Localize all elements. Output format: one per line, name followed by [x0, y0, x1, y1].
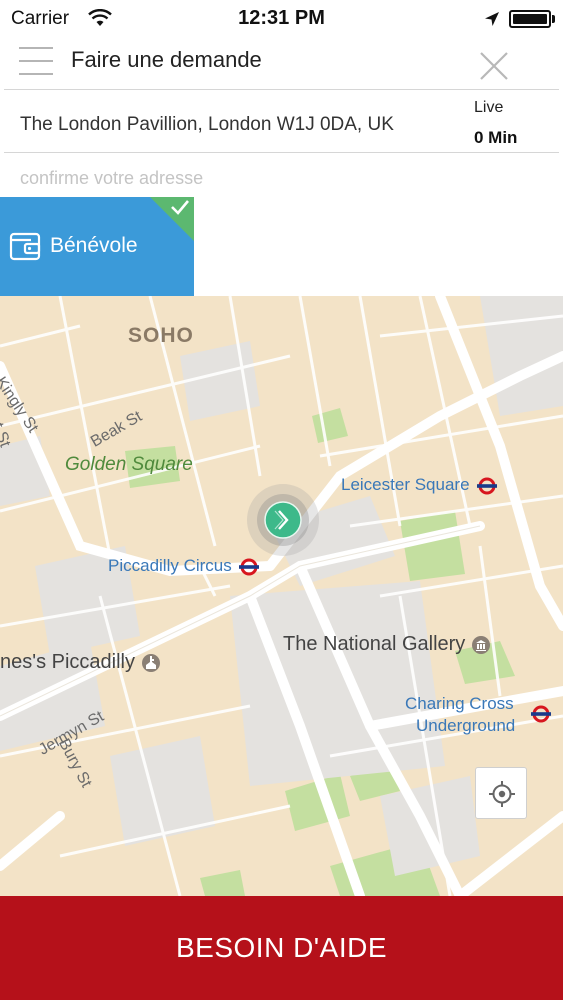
map-label-piccadilly-circus: Piccadilly Circus	[108, 556, 260, 576]
page-title: Faire une demande	[71, 47, 262, 72]
hamburger-menu-icon[interactable]	[19, 47, 53, 77]
map-label-soho: SOHO	[128, 324, 194, 347]
close-icon[interactable]	[478, 50, 510, 82]
map-label-charing-cross: Charing Cross	[405, 694, 514, 713]
national-gallery-text: The National Gallery	[283, 633, 466, 655]
tube-icon	[238, 558, 259, 576]
crosshair-icon	[489, 781, 515, 807]
location-arrow-icon	[485, 12, 499, 26]
eta-value: 0 Min	[474, 128, 518, 147]
clock: 12:31 PM	[238, 7, 325, 29]
service-tile-label: Bénévole	[50, 234, 138, 257]
tube-icon	[476, 477, 497, 495]
tube-icon	[531, 705, 551, 723]
wallet-icon	[9, 232, 41, 261]
map-label-national-gallery: The National Gallery	[283, 633, 491, 656]
status-bar: Carrier 12:31 PM	[0, 0, 563, 38]
leicester-square-text: Leicester Square	[341, 475, 470, 494]
map-label-leicester-square: Leicester Square	[341, 475, 498, 495]
address-row[interactable]: The London Pavillion, London W1J 0DA, UK…	[4, 89, 559, 153]
help-button[interactable]: BESOIN D'AIDE	[0, 896, 563, 1000]
live-label: Live	[474, 99, 504, 116]
map-view[interactable]: SOHO Kingly St gent St Beak St Golden Sq…	[0, 296, 563, 896]
confirm-address-prompt[interactable]: confirme votre adresse	[20, 168, 203, 189]
service-tile-benevole[interactable]: Bénévole	[0, 197, 194, 296]
battery-icon	[509, 10, 551, 28]
st-james-piccadilly-text: nes's Piccadilly	[0, 651, 135, 673]
map-label-st-james-piccadilly: nes's Piccadilly	[0, 651, 161, 674]
address-text[interactable]: The London Pavillion, London W1J 0DA, UK	[20, 114, 394, 136]
app-header: Faire une demande	[0, 38, 563, 88]
church-icon	[141, 653, 160, 672]
map-label-charing-cross-underground: Underground	[416, 716, 516, 735]
checkmark-icon	[171, 200, 189, 215]
battery-nub	[552, 15, 555, 23]
recenter-button[interactable]	[475, 767, 527, 819]
current-location-pin-icon[interactable]	[246, 483, 320, 557]
map-label-golden-square: Golden Square	[65, 454, 193, 475]
piccadilly-circus-text: Piccadilly Circus	[108, 556, 232, 575]
museum-icon	[472, 635, 491, 654]
